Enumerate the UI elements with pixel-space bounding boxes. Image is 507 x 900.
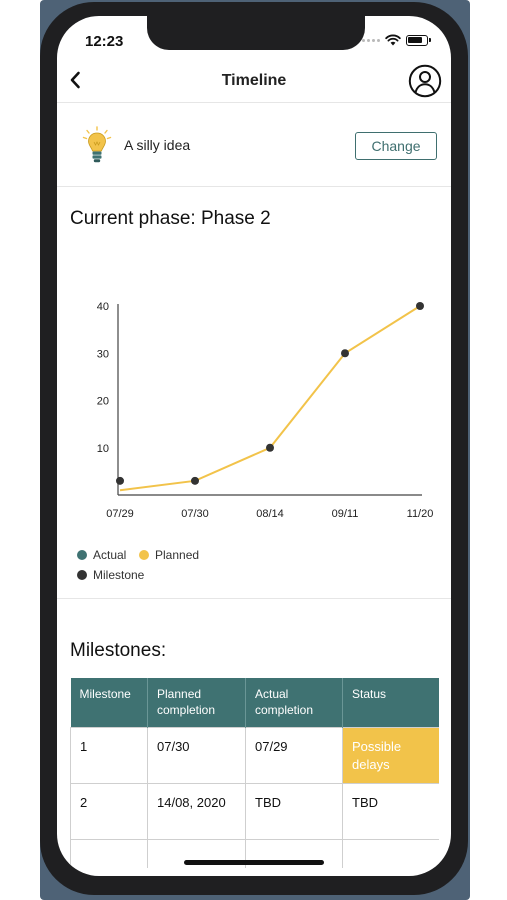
cell-actual: 07/29 (245, 727, 343, 785)
nav-bar: Timeline (57, 64, 451, 98)
table-header-row: Milestone Planned completion Actual comp… (70, 678, 439, 728)
cell-actual: TBD (245, 783, 343, 841)
wifi-icon (385, 34, 401, 46)
battery-icon (406, 34, 428, 46)
idea-divider (57, 186, 451, 187)
header-milestone: Milestone (70, 678, 148, 728)
page-title: Timeline (221, 72, 287, 89)
milestone-point (116, 476, 124, 485)
header-actual-completion: Actual completion (245, 678, 343, 728)
chart-legend: Actual Planned Milestone (77, 548, 297, 588)
user-circle-icon (408, 64, 442, 98)
lightbulb-icon (82, 126, 112, 163)
signal-icon (362, 38, 380, 42)
milestones-table: Milestone Planned completion Actual comp… (70, 678, 439, 868)
cell-planned: 07/30 (147, 727, 246, 785)
legend-milestone-label: Milestone (93, 568, 145, 582)
change-button[interactable]: Change (355, 132, 437, 160)
battery-cap (429, 38, 431, 42)
y-tick-labels: 10 20 30 40 (97, 301, 109, 455)
legend-planned-label: Planned (155, 548, 200, 562)
cell-status: Possible delays (342, 727, 439, 785)
phase-title: Current phase: Phase 2 (70, 208, 271, 229)
cell-empty (342, 839, 439, 868)
x-tick-label: 08/14 (256, 508, 284, 520)
legend-milestone: Milestone (77, 568, 144, 582)
stage: 12:23 Timeline A silly idea Change Curre… (0, 0, 507, 900)
chart-series (119, 305, 421, 492)
notch (147, 16, 365, 50)
x-tick-label: 11/20 (407, 508, 434, 520)
table-row[interactable]: 2 14/08, 2020 TBD TBD (70, 783, 439, 841)
header-planned-completion: Planned completion (147, 678, 246, 728)
legend-planned: Planned (139, 548, 199, 562)
milestones-table-wrap: Milestone Planned completion Actual comp… (70, 678, 439, 868)
series-line-planned (119, 305, 421, 492)
idea-name: A silly idea (124, 137, 191, 153)
legend-actual-label: Actual (93, 548, 127, 562)
x-tick-label: 07/30 (181, 508, 209, 520)
chart-milestones (116, 302, 424, 485)
x-tick-label: 07/29 (106, 508, 134, 520)
y-tick-label: 40 (97, 301, 109, 313)
status-icons (362, 34, 431, 46)
app-screen: 12:23 Timeline A silly idea Change Curre… (57, 16, 451, 876)
home-indicator (184, 860, 324, 865)
cell-empty (70, 839, 148, 868)
milestones-title: Milestones: (70, 640, 167, 661)
x-tick-label: 09/11 (332, 508, 359, 520)
legend-actual: Actual (77, 548, 126, 562)
x-tick-labels: 07/29 07/30 08/14 09/11 11/20 (106, 508, 433, 520)
y-tick-label: 30 (97, 348, 109, 360)
table-row[interactable]: 1 07/30 07/29 Possible delays (70, 727, 439, 785)
cell-status: TBD (342, 783, 439, 841)
milestone-point (341, 349, 349, 358)
milestone-point (416, 302, 424, 310)
legend-actual-swatch (77, 550, 87, 560)
legend-milestone-swatch (77, 570, 87, 580)
profile-button[interactable] (408, 64, 442, 98)
nav-divider (57, 102, 451, 103)
cell-milestone: 2 (70, 783, 148, 841)
idea-row: A silly idea Change (57, 120, 451, 174)
milestone-point (191, 476, 199, 485)
cell-planned: 14/08, 2020 (147, 783, 246, 841)
chart-divider (57, 598, 451, 599)
status-time: 12:23 (85, 33, 124, 50)
legend-planned-swatch (139, 550, 149, 560)
timeline-chart: 10 20 30 40 07/29 07/30 08/14 09/11 11/20 (97, 301, 434, 520)
y-tick-label: 20 (97, 396, 109, 408)
milestone-point (266, 443, 274, 452)
cell-milestone: 1 (70, 727, 148, 785)
y-tick-label: 10 (97, 443, 109, 455)
header-status: Status (342, 678, 439, 728)
